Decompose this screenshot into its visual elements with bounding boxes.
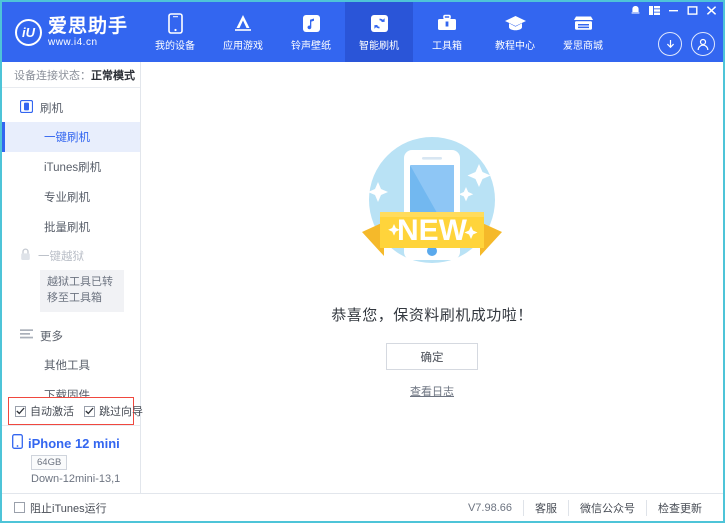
store-icon	[572, 12, 595, 34]
brand-url: www.i4.cn	[48, 38, 128, 48]
close-icon[interactable]	[706, 5, 717, 16]
sidebar-group-more[interactable]: 更多	[2, 322, 140, 350]
option-label: 自动激活	[30, 403, 74, 419]
nav-label: 应用游戏	[223, 37, 263, 52]
notification-icon[interactable]	[630, 5, 641, 16]
nav-item-store[interactable]: 爱思商城	[549, 2, 617, 62]
support-link[interactable]: 客服	[523, 500, 568, 516]
block-itunes-option[interactable]: 阻止iTunes运行	[14, 500, 107, 516]
sidebar-item-one-key-flash[interactable]: 一键刷机	[2, 122, 140, 152]
device-model: Down-12mini-13,1	[31, 473, 140, 485]
music-icon	[302, 12, 321, 34]
app-version: V7.98.66	[468, 502, 523, 514]
nav-item-smart-flash[interactable]: 智能刷机	[345, 2, 413, 62]
header-user-actions	[658, 32, 715, 56]
device-name: iPhone 12 mini	[28, 436, 120, 451]
main-content: NEW 恭喜您，保资料刷机成功啦！ 确定 查看日志	[141, 62, 723, 493]
nav-item-my-device[interactable]: 我的设备	[141, 2, 209, 62]
toolbox-icon	[436, 12, 458, 34]
status-bar: 阻止iTunes运行 V7.98.66 客服 微信公众号 检查更新	[2, 493, 723, 521]
device-capacity-badge: 64GB	[31, 455, 67, 470]
sidebar-item-label: 批量刷机	[44, 222, 90, 234]
sidebar-item-jailbreak: 一键越狱	[2, 242, 140, 268]
flash-options-highlight: 自动激活 跳过向导	[8, 397, 134, 425]
option-label: 跳过向导	[99, 403, 143, 419]
sidebar-item-label: 一键刷机	[44, 132, 90, 144]
brand-name: 爱思助手	[48, 17, 128, 36]
account-avatar-icon[interactable]	[691, 32, 715, 56]
app-header: iU 爱思助手 www.i4.cn 我的设备 应用游戏	[2, 2, 723, 62]
logo-mark-icon: iU	[15, 19, 42, 46]
confirm-button[interactable]: 确定	[386, 343, 478, 370]
nav-label: 工具箱	[432, 37, 462, 52]
sidebar-group-flash[interactable]: 刷机	[2, 94, 140, 122]
flash-icon	[370, 12, 389, 34]
phone-icon	[12, 434, 23, 452]
menu-icon[interactable]	[649, 5, 660, 16]
wechat-link[interactable]: 微信公众号	[568, 500, 646, 516]
brand-text: 爱思助手 www.i4.cn	[48, 17, 128, 48]
maximize-icon[interactable]	[687, 5, 698, 16]
status-bar-right: V7.98.66 客服 微信公众号 检查更新	[468, 500, 713, 516]
view-log-link[interactable]: 查看日志	[410, 383, 454, 399]
option-auto-activate[interactable]: 自动激活	[15, 403, 74, 419]
sidebar-item-other-tools[interactable]: 其他工具	[2, 350, 140, 380]
sidebar-item-label: 专业刷机	[44, 192, 90, 204]
graduation-icon	[504, 12, 527, 34]
sidebar-item-batch-flash[interactable]: 批量刷机	[2, 212, 140, 242]
checkbox-checked-icon[interactable]	[15, 406, 26, 417]
sidebar: 设备连接状态：正常模式 刷机 一键刷机 iTunes刷机 专业刷机	[2, 62, 141, 493]
sidebar-group-label: 更多	[40, 328, 63, 344]
nav-label: 我的设备	[155, 37, 195, 52]
success-message: 恭喜您，保资料刷机成功啦！	[331, 304, 533, 325]
main-navigation: 我的设备 应用游戏 铃声壁纸 智能刷机	[141, 2, 617, 62]
svg-text:NEW: NEW	[397, 214, 468, 247]
nav-label: 爱思商城	[563, 37, 603, 52]
device-icon	[168, 12, 183, 34]
connection-status: 设备连接状态：正常模式	[2, 62, 140, 88]
checkbox-checked-icon[interactable]	[84, 406, 95, 417]
check-update-link[interactable]: 检查更新	[646, 500, 713, 516]
connected-device-card[interactable]: iPhone 12 mini 64GB Down-12mini-13,1	[2, 425, 140, 493]
flash-phone-icon	[20, 100, 33, 116]
sidebar-item-pro-flash[interactable]: 专业刷机	[2, 182, 140, 212]
lock-icon	[20, 248, 31, 264]
block-itunes-label: 阻止iTunes运行	[30, 500, 107, 516]
new-badge-illustration: NEW	[332, 120, 532, 290]
nav-item-ringtones-wallpaper[interactable]: 铃声壁纸	[277, 2, 345, 62]
minimize-icon[interactable]	[668, 5, 679, 16]
brand-logo: iU 爱思助手 www.i4.cn	[2, 2, 141, 62]
sidebar-item-label: 一键越狱	[38, 248, 84, 264]
connection-status-value: 正常模式	[91, 67, 135, 83]
list-icon	[20, 329, 33, 343]
appstore-icon	[232, 12, 254, 34]
sidebar-item-download-firmware[interactable]: 下载固件	[2, 380, 140, 397]
nav-item-toolbox[interactable]: 工具箱	[413, 2, 481, 62]
sidebar-menu: 刷机 一键刷机 iTunes刷机 专业刷机 批量刷机	[2, 88, 140, 397]
app-body: 设备连接状态：正常模式 刷机 一键刷机 iTunes刷机 专业刷机	[2, 62, 723, 493]
nav-label: 铃声壁纸	[291, 37, 331, 52]
sidebar-item-label: 其他工具	[44, 360, 90, 372]
sidebar-group-label: 刷机	[40, 100, 63, 116]
nav-label: 教程中心	[495, 37, 535, 52]
nav-item-tutorial-center[interactable]: 教程中心	[481, 2, 549, 62]
window-controls	[630, 5, 717, 16]
sidebar-item-label: 下载固件	[44, 390, 90, 397]
application-window: iU 爱思助手 www.i4.cn 我的设备 应用游戏	[0, 0, 725, 523]
jailbreak-tooltip: 越狱工具已转移至工具箱	[40, 270, 124, 312]
nav-label: 智能刷机	[359, 37, 399, 52]
sidebar-item-itunes-flash[interactable]: iTunes刷机	[2, 152, 140, 182]
device-name-row: iPhone 12 mini	[12, 434, 140, 452]
sidebar-item-label: iTunes刷机	[44, 162, 101, 174]
checkbox-unchecked-icon[interactable]	[14, 502, 25, 513]
option-skip-wizard[interactable]: 跳过向导	[84, 403, 143, 419]
download-icon[interactable]	[658, 32, 682, 56]
nav-item-apps-games[interactable]: 应用游戏	[209, 2, 277, 62]
connection-status-label: 设备连接状态：	[14, 67, 91, 83]
